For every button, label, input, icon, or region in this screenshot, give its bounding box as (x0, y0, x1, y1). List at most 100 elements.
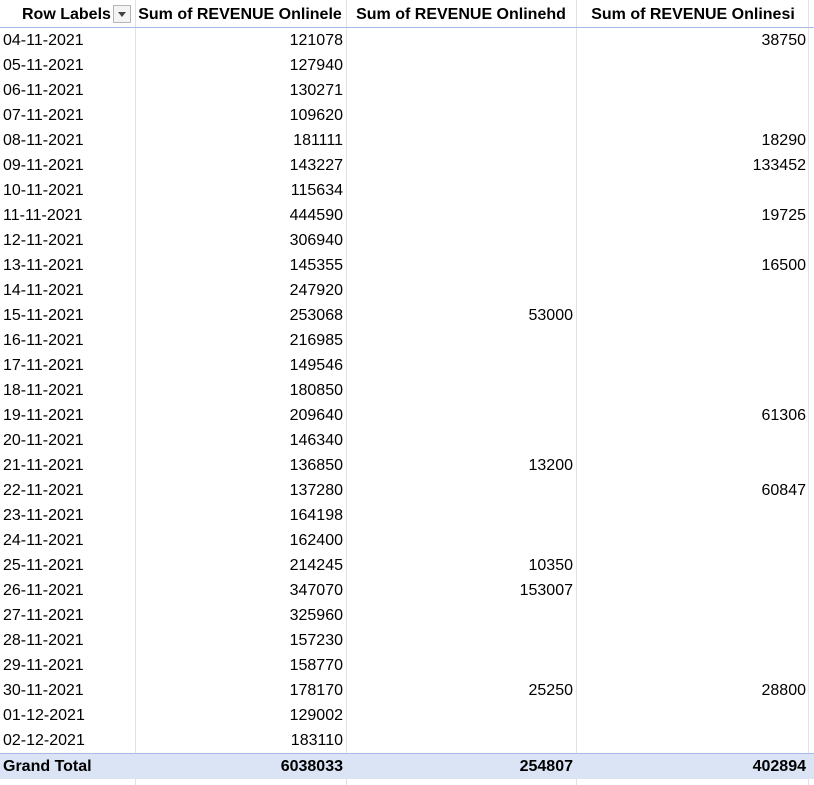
cell-onlinehd[interactable] (347, 328, 575, 353)
row-label-date[interactable]: 20-11-2021 (0, 428, 134, 453)
cell-onlinele[interactable]: 129002 (135, 703, 345, 728)
row-label-date[interactable]: 22-11-2021 (0, 478, 134, 503)
cell-onlinele[interactable]: 137280 (135, 478, 345, 503)
cell-onlinele[interactable]: 325960 (135, 603, 345, 628)
row-label-date[interactable]: 19-11-2021 (0, 403, 134, 428)
row-labels-filter-button[interactable] (113, 5, 131, 23)
cell-onlinehd[interactable] (347, 528, 575, 553)
cell-onlinehd[interactable] (347, 203, 575, 228)
row-label-date[interactable]: 11-11-2021 (0, 203, 134, 228)
cell-onlinehd[interactable] (347, 478, 575, 503)
cell-onlinele[interactable]: 109620 (135, 103, 345, 128)
cell-onlinesi[interactable] (578, 53, 808, 78)
cell-onlinele[interactable]: 130271 (135, 78, 345, 103)
cell-onlinele[interactable]: 136850 (135, 453, 345, 478)
row-label-date[interactable]: 27-11-2021 (0, 603, 134, 628)
cell-onlinesi[interactable]: 18290 (578, 128, 808, 153)
cell-onlinele[interactable]: 306940 (135, 228, 345, 253)
column-header-onlinesi[interactable]: Sum of REVENUE Onlinesi (578, 2, 808, 27)
cell-onlinesi[interactable] (578, 703, 808, 728)
cell-onlinele[interactable]: 247920 (135, 278, 345, 303)
cell-onlinehd[interactable] (347, 28, 575, 53)
row-label-date[interactable]: 07-11-2021 (0, 103, 134, 128)
cell-onlinele[interactable]: 209640 (135, 403, 345, 428)
row-label-date[interactable]: 29-11-2021 (0, 653, 134, 678)
column-header-onlinele[interactable]: Sum of REVENUE Onlinele (135, 2, 345, 27)
cell-onlinele[interactable]: 164198 (135, 503, 345, 528)
cell-onlinele[interactable]: 158770 (135, 653, 345, 678)
cell-onlinehd[interactable] (347, 428, 575, 453)
cell-onlinele[interactable]: 444590 (135, 203, 345, 228)
cell-onlinele[interactable]: 216985 (135, 328, 345, 353)
cell-onlinehd[interactable]: 25250 (347, 678, 575, 703)
row-label-date[interactable]: 28-11-2021 (0, 628, 134, 653)
cell-onlinesi[interactable] (578, 453, 808, 478)
cell-onlinesi[interactable]: 61306 (578, 403, 808, 428)
cell-onlinele[interactable]: 214245 (135, 553, 345, 578)
cell-onlinesi[interactable]: 28800 (578, 678, 808, 703)
cell-onlinehd[interactable] (347, 353, 575, 378)
cell-onlinehd[interactable] (347, 178, 575, 203)
grand-total-onlinehd[interactable]: 254807 (347, 754, 575, 779)
cell-onlinehd[interactable]: 153007 (347, 578, 575, 603)
grand-total-onlinele[interactable]: 6038033 (135, 754, 345, 779)
cell-onlinele[interactable]: 183110 (135, 728, 345, 753)
cell-onlinesi[interactable]: 60847 (578, 478, 808, 503)
row-label-date[interactable]: 26-11-2021 (0, 578, 134, 603)
row-label-date[interactable]: 14-11-2021 (0, 278, 134, 303)
row-label-date[interactable]: 10-11-2021 (0, 178, 134, 203)
grand-total-label[interactable]: Grand Total (0, 754, 134, 779)
cell-onlinele[interactable]: 347070 (135, 578, 345, 603)
cell-onlinesi[interactable] (578, 528, 808, 553)
cell-onlinele[interactable]: 181111 (135, 128, 345, 153)
cell-onlinesi[interactable] (578, 428, 808, 453)
cell-onlinele[interactable]: 146340 (135, 428, 345, 453)
row-label-date[interactable]: 13-11-2021 (0, 253, 134, 278)
cell-onlinesi[interactable]: 16500 (578, 253, 808, 278)
cell-onlinele[interactable]: 253068 (135, 303, 345, 328)
cell-onlinesi[interactable] (578, 78, 808, 103)
cell-onlinesi[interactable] (578, 628, 808, 653)
cell-onlinesi[interactable] (578, 503, 808, 528)
cell-onlinehd[interactable] (347, 503, 575, 528)
row-label-date[interactable]: 12-11-2021 (0, 228, 134, 253)
column-header-onlinehd[interactable]: Sum of REVENUE Onlinehd (347, 2, 575, 27)
row-label-date[interactable]: 16-11-2021 (0, 328, 134, 353)
cell-onlinehd[interactable] (347, 403, 575, 428)
cell-onlinesi[interactable] (578, 578, 808, 603)
cell-onlinele[interactable]: 143227 (135, 153, 345, 178)
row-label-date[interactable]: 05-11-2021 (0, 53, 134, 78)
cell-onlinele[interactable]: 115634 (135, 178, 345, 203)
cell-onlinele[interactable]: 149546 (135, 353, 345, 378)
grand-total-onlinesi[interactable]: 402894 (578, 754, 808, 779)
cell-onlinele[interactable]: 127940 (135, 53, 345, 78)
row-label-date[interactable]: 08-11-2021 (0, 128, 134, 153)
cell-onlinesi[interactable] (578, 328, 808, 353)
cell-onlinehd[interactable] (347, 603, 575, 628)
cell-onlinehd[interactable] (347, 628, 575, 653)
row-label-date[interactable]: 06-11-2021 (0, 78, 134, 103)
cell-onlinesi[interactable] (578, 178, 808, 203)
cell-onlinesi[interactable] (578, 553, 808, 578)
row-label-date[interactable]: 02-12-2021 (0, 728, 134, 753)
cell-onlinele[interactable]: 145355 (135, 253, 345, 278)
cell-onlinesi[interactable]: 133452 (578, 153, 808, 178)
cell-onlinesi[interactable] (578, 603, 808, 628)
row-label-date[interactable]: 24-11-2021 (0, 528, 134, 553)
row-label-date[interactable]: 25-11-2021 (0, 553, 134, 578)
row-label-date[interactable]: 09-11-2021 (0, 153, 134, 178)
row-label-date[interactable]: 30-11-2021 (0, 678, 134, 703)
cell-onlinesi[interactable] (578, 103, 808, 128)
cell-onlinele[interactable]: 157230 (135, 628, 345, 653)
row-label-date[interactable]: 18-11-2021 (0, 378, 134, 403)
cell-onlinehd[interactable]: 13200 (347, 453, 575, 478)
cell-onlinehd[interactable] (347, 153, 575, 178)
cell-onlinehd[interactable] (347, 128, 575, 153)
cell-onlinehd[interactable] (347, 78, 575, 103)
cell-onlinesi[interactable] (578, 353, 808, 378)
cell-onlinehd[interactable] (347, 103, 575, 128)
cell-onlinehd[interactable] (347, 253, 575, 278)
cell-onlinele[interactable]: 178170 (135, 678, 345, 703)
cell-onlinesi[interactable] (578, 303, 808, 328)
cell-onlinehd[interactable]: 10350 (347, 553, 575, 578)
